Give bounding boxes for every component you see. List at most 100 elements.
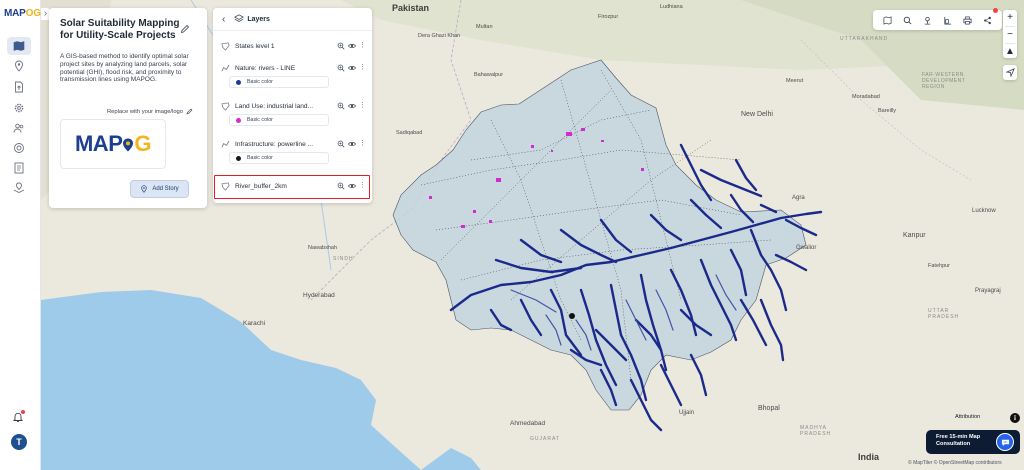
attribution-label[interactable]: Attribution	[955, 414, 980, 420]
pencil-icon	[186, 108, 193, 115]
layer-name: Nature: rivers - LINE	[235, 65, 296, 72]
map-label-madhya-pradesh: MADHYA PRADESH	[800, 425, 832, 437]
line-layer-icon	[221, 64, 230, 72]
layer-item-states-level-1[interactable]: States level 1 ⋮	[219, 40, 369, 54]
app-logo-mini[interactable]: MAPOG	[4, 8, 41, 19]
search-icon[interactable]	[903, 16, 912, 25]
map-label-ahmedabad: Ahmedabad	[510, 420, 546, 427]
map-label-lucknow: Lucknow	[972, 208, 996, 214]
location-pin-icon[interactable]	[9, 57, 29, 75]
layers-header: ‹ Layers	[213, 8, 372, 30]
map-label-uttarakhand: UTTARAKHAND	[840, 36, 889, 42]
map-label-multan: Multan	[476, 24, 493, 30]
story-description: A GIS-based method to identify optimal s…	[60, 53, 189, 84]
location-icon[interactable]	[923, 16, 932, 25]
story-title: Solar Suitability Mapping for Utility-Sc…	[60, 18, 180, 41]
map-icon[interactable]	[7, 37, 31, 55]
zoom-to-layer-icon[interactable]	[337, 64, 345, 72]
zoom-to-layer-icon[interactable]	[337, 140, 345, 148]
layer-item-industrial-land[interactable]: Land Use: industrial land... ⋮ Basic col…	[219, 100, 369, 126]
people-icon[interactable]	[9, 119, 29, 137]
story-logo-box[interactable]: MAP G	[60, 119, 166, 169]
zoom-to-layer-icon[interactable]	[337, 102, 345, 110]
map-label-pakistan: Pakistan	[392, 3, 430, 13]
map-label-agra: Agra	[792, 195, 805, 201]
layer-item-powerline[interactable]: Infrastructure: powerline ... ⋮ Basic co…	[219, 138, 369, 164]
zoom-in-button[interactable]: +	[1003, 10, 1017, 26]
settings-gear-icon[interactable]	[9, 99, 29, 117]
polygon-layer-icon	[221, 42, 230, 51]
color-swatch	[236, 117, 241, 123]
swatch-label: Basic color	[247, 117, 273, 123]
swatch-label: Basic color	[247, 79, 273, 85]
add-story-button[interactable]: Add Story	[130, 180, 189, 198]
map-label-firozpur: Firozpur	[598, 14, 619, 20]
map-label-fatehpur: Fatehpur	[928, 263, 951, 269]
more-options-icon[interactable]: ⋮	[359, 140, 366, 148]
mapog-brand-logo: MAP G	[74, 131, 152, 156]
bell-icon[interactable]	[12, 410, 25, 428]
visibility-eye-icon[interactable]	[348, 64, 356, 72]
map-marker-stack-icon[interactable]	[9, 179, 29, 197]
target-icon[interactable]	[9, 139, 29, 157]
print-icon[interactable]	[963, 16, 972, 25]
map-label-karachi: Karachi	[243, 320, 266, 327]
back-chevron-icon[interactable]: ‹	[222, 14, 225, 25]
map-label-far-western: FAR-WESTERN DEVELOPMENT REGION	[922, 72, 966, 90]
location-pin-icon	[141, 185, 147, 193]
layer-style-swatch[interactable]: Basic color	[229, 76, 329, 88]
replace-logo-link[interactable]: Replace with your image/logo	[107, 108, 193, 115]
add-story-label: Add Story	[152, 186, 179, 192]
map-label-bhopal: Bhopal	[758, 405, 780, 412]
map-label-meerut: Meerut	[786, 78, 804, 84]
visibility-eye-icon[interactable]	[348, 42, 356, 50]
replace-logo-label: Replace with your image/logo	[106, 108, 183, 115]
more-options-icon[interactable]: ⋮	[359, 64, 366, 72]
layer-style-swatch[interactable]: Basic color	[229, 152, 329, 164]
map-label-sadiqabad: Sadiqabad	[396, 130, 423, 136]
map-label-bareilly: Bareilly	[878, 108, 897, 114]
avatar[interactable]: T	[11, 434, 27, 450]
layer-item-rivers[interactable]: Nature: rivers - LINE ⋮ Basic color	[219, 62, 369, 88]
map-label-sindh: SINDH	[333, 256, 354, 262]
chat-icon[interactable]	[996, 433, 1014, 451]
polygon-layer-icon	[221, 102, 230, 111]
map-label-ludhiana: Ludhiana	[660, 4, 683, 10]
map-label-ujjain: Ujjain	[679, 410, 695, 416]
free-consultation-button[interactable]: Free 15-min Map Consultation	[926, 430, 1020, 454]
zoom-to-layer-icon[interactable]	[337, 42, 345, 50]
divider	[213, 30, 372, 31]
layer-name: States level 1	[235, 43, 275, 50]
navigation-arrow-icon[interactable]	[1003, 65, 1017, 80]
more-options-icon[interactable]: ⋮	[359, 42, 366, 50]
zoom-control: + − ▲	[1003, 10, 1017, 58]
layer-name: Infrastructure: powerline ...	[235, 141, 314, 148]
map-label-gujarat: GUJARAT	[530, 436, 560, 442]
layers-stack-icon	[234, 14, 245, 22]
more-options-icon[interactable]: ⋮	[359, 102, 366, 110]
notification-dot	[21, 410, 25, 414]
report-icon[interactable]	[9, 159, 29, 177]
map-credits[interactable]: © MapTiler © OpenStreetMap contributors	[908, 460, 1002, 466]
zoom-out-button[interactable]: −	[1003, 27, 1017, 43]
map-label-bahawalpur: Bahawalpur	[474, 72, 504, 78]
swatch-label: Basic color	[247, 155, 273, 161]
share-icon[interactable]	[983, 16, 992, 25]
visibility-eye-icon[interactable]	[348, 102, 356, 110]
map-label-dera-ghazi-khan: Dera Ghazi Khan	[418, 33, 461, 39]
map-label-kanpur: Kanpur	[903, 232, 926, 239]
color-swatch	[236, 155, 241, 161]
info-icon[interactable]: i	[1010, 413, 1020, 423]
map-layer-icon[interactable]	[883, 15, 892, 25]
map-toolbar	[873, 8, 1002, 30]
file-upload-icon[interactable]	[9, 78, 29, 96]
edit-title-pencil-icon[interactable]	[180, 24, 190, 34]
layers-panel: ‹ Layers States level 1 ⋮ Nature: rivers…	[213, 8, 372, 203]
story-card: Solar Suitability Mapping for Utility-Sc…	[49, 8, 207, 208]
map-label-gwalior: Gwalior	[796, 245, 817, 251]
measure-icon[interactable]	[943, 16, 952, 25]
layer-style-swatch[interactable]: Basic color	[229, 114, 329, 126]
color-swatch	[236, 79, 241, 85]
visibility-eye-icon[interactable]	[348, 140, 356, 148]
compass-icon[interactable]: ▲	[1003, 44, 1017, 60]
